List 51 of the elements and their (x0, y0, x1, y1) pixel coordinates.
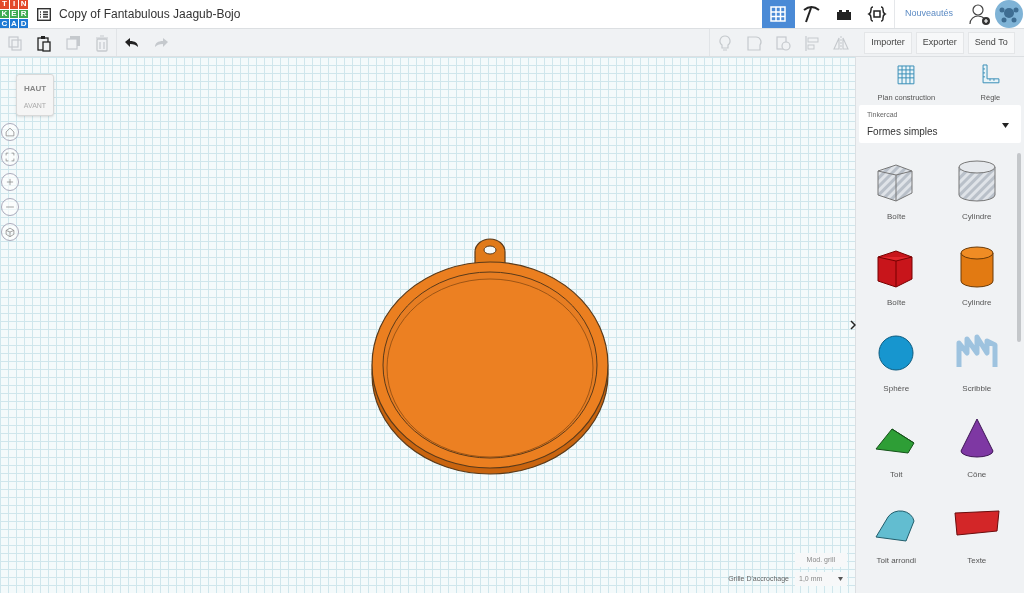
cube-button[interactable] (1, 223, 19, 241)
avatar-icon[interactable] (995, 0, 1023, 28)
cube-icon (3, 225, 17, 239)
home-icon (3, 125, 17, 139)
copy-icon (5, 33, 24, 52)
design-title[interactable]: Copy of Fantabulous Jaagub-Bojo (59, 5, 241, 23)
grid-icon (768, 4, 789, 24)
zoom-out-button[interactable] (1, 198, 19, 216)
fit-view-button[interactable] (1, 148, 19, 166)
shape-tile[interactable]: Cylindre (936, 233, 1017, 319)
align-icon (802, 33, 821, 52)
mirror-icon (831, 33, 850, 52)
shape-tile[interactable]: Texte (936, 491, 1017, 577)
add-user-icon[interactable] (969, 3, 991, 25)
logo-letter: T (0, 0, 9, 9)
list-icon[interactable] (37, 7, 51, 21)
shape-tile[interactable]: Cylindre (936, 147, 1017, 233)
fit-view-icon (3, 150, 17, 164)
logo-letter: I (9, 0, 19, 9)
collapse-chevron-icon[interactable] (850, 320, 856, 330)
shape-tile[interactable]: Sphère (856, 319, 937, 405)
shape-tile[interactable]: Toit arrondi (856, 491, 937, 577)
scrollbar[interactable] (1017, 153, 1021, 342)
dropdown-arrow-icon (1002, 123, 1009, 128)
logo-letter: A (9, 19, 19, 28)
code-brackets-icon (867, 4, 888, 24)
shape-tile[interactable]: Toit (856, 405, 937, 491)
toolbar-button[interactable]: Send To (967, 31, 1015, 54)
logo-letter: N (19, 0, 28, 9)
pendant-model[interactable] (371, 238, 609, 476)
toolbar-button[interactable]: Importer (864, 31, 912, 54)
cube-face-label: HAUT (23, 83, 47, 95)
duplicate-icon (63, 33, 82, 52)
toolbar-button[interactable]: Exporter (915, 31, 964, 54)
group-icon (744, 33, 763, 52)
shape-tile[interactable]: Boîte (856, 233, 937, 319)
ungroup-icon (773, 33, 792, 52)
clipboard-icon (34, 33, 53, 52)
pickaxe-icon (801, 4, 822, 24)
shape-tile[interactable]: Boîte (856, 147, 937, 233)
logo-letter: K (0, 9, 9, 19)
shape-tile[interactable]: Scribble (936, 319, 1017, 405)
logo-letter: R (19, 9, 28, 19)
logo-letter: D (19, 19, 28, 28)
logo-letter: C (0, 19, 9, 28)
zoom-in-button[interactable] (1, 173, 19, 191)
news-link[interactable]: Nouveautés (893, 0, 963, 28)
shape-tile[interactable]: Cône (936, 405, 1017, 491)
home-button[interactable] (1, 123, 19, 141)
logo-letter: E (9, 9, 19, 19)
dropdown-arrow-icon (838, 577, 843, 581)
